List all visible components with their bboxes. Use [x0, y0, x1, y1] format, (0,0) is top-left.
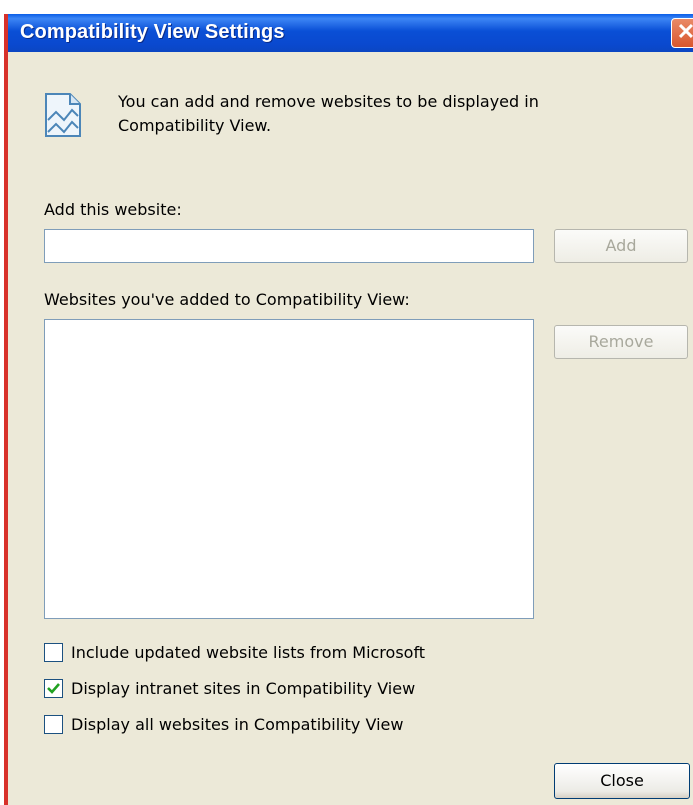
option-display-all[interactable]: Display all websites in Compatibility Vi… [44, 712, 403, 736]
added-websites-label: Websites you've added to Compatibility V… [44, 290, 410, 309]
option-label: Display all websites in Compatibility Vi… [71, 714, 404, 734]
checkbox-display-intranet[interactable] [44, 678, 63, 698]
add-button[interactable]: Add [554, 229, 688, 263]
checkmark-icon [47, 682, 60, 694]
compatibility-view-icon [45, 93, 81, 137]
compatibility-view-dialog: Compatibility View Settings ✕ You can ad… [4, 14, 693, 805]
option-label: Include updated website lists from Micro… [71, 642, 426, 662]
option-include-updated-lists[interactable]: Include updated website lists from Micro… [44, 640, 425, 664]
title-bar[interactable]: Compatibility View Settings ✕ [8, 14, 693, 52]
info-text: You can add and remove websites to be di… [118, 92, 539, 135]
close-icon[interactable]: ✕ [671, 18, 693, 48]
remove-button[interactable]: Remove [554, 325, 688, 359]
added-websites-list[interactable] [44, 319, 534, 619]
add-website-input[interactable] [44, 229, 534, 263]
checkbox-display-all[interactable] [44, 714, 63, 734]
background-page-strip [0, 0, 693, 14]
option-display-intranet[interactable]: Display intranet sites in Compatibility … [44, 676, 415, 700]
checkbox-include-updated-lists[interactable] [44, 642, 63, 662]
close-button[interactable]: Close [554, 763, 690, 799]
dialog-title: Compatibility View Settings [20, 21, 285, 43]
option-label: Display intranet sites in Compatibility … [71, 678, 416, 698]
add-website-label: Add this website: [44, 200, 182, 219]
